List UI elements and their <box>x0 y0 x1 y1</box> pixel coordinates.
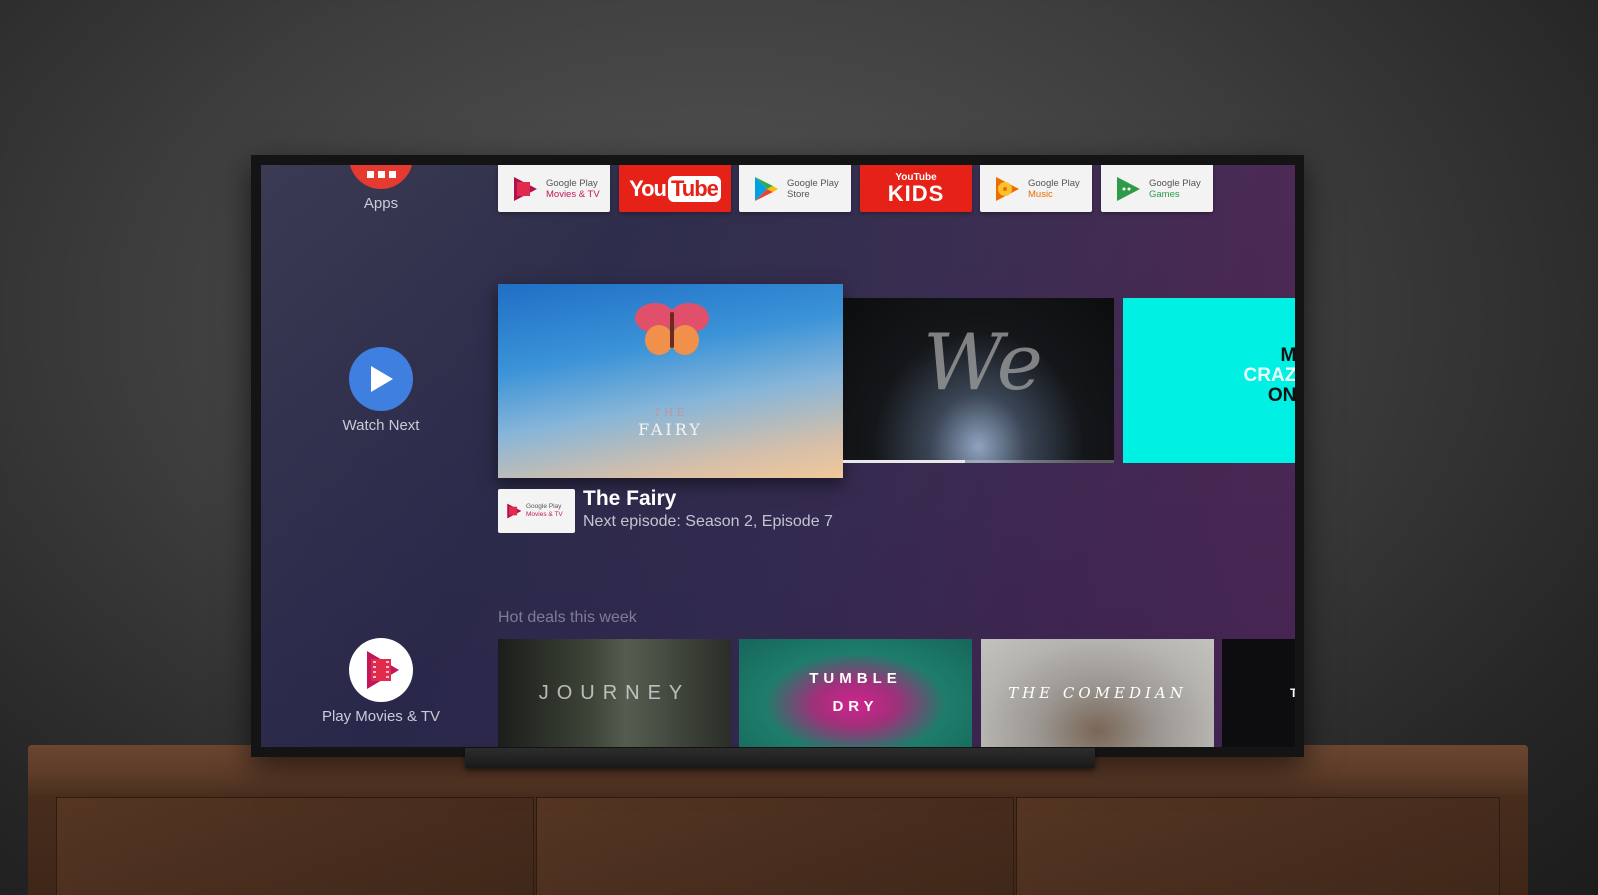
poster-subtitle: THE <box>653 406 688 419</box>
app-tile-play-store[interactable]: Google Play Store <box>739 165 851 212</box>
focused-subtitle: Next episode: Season 2, Episode 7 <box>583 513 833 530</box>
app-sub: Music <box>1028 188 1053 200</box>
focused-title: The Fairy <box>583 487 677 510</box>
play-icon <box>349 347 413 411</box>
poster-title: TUMBLE DRY <box>809 670 902 715</box>
app-tile-play-music[interactable]: Google Play Music <box>980 165 1092 212</box>
channel-watch-next-label: Watch Next <box>342 417 420 434</box>
deal-card-partial[interactable]: TH <box>1222 639 1295 747</box>
channel-apps[interactable]: Apps <box>321 165 441 212</box>
watch-next-card-my-crazy-one[interactable]: MY CRAZY ONE <box>1123 298 1295 463</box>
cabinet-door-right <box>1016 797 1500 895</box>
youtube-logo-icon: You Tube <box>629 175 721 202</box>
youtube-kids-logo-icon: YouTube KIDS <box>887 171 945 206</box>
app-name: Google Play <box>1149 177 1201 189</box>
play-movies-icon <box>514 176 537 201</box>
deal-card-journey[interactable]: JOURNEY <box>498 639 731 747</box>
watch-next-card-the-fairy[interactable]: THE FAIRY <box>498 284 843 478</box>
cabinet-door-middle <box>536 797 1014 895</box>
deal-card-tumble-dry[interactable]: TUMBLE DRY <box>739 639 972 747</box>
play-music-icon <box>996 176 1019 201</box>
app-sub: Store <box>787 188 810 200</box>
watch-progress-fill <box>843 460 965 463</box>
provider-logo: Google Play Movies & TV <box>498 489 575 533</box>
app-tile-youtube-kids[interactable]: YouTube KIDS <box>860 165 972 212</box>
app-name: Google Play <box>546 177 598 189</box>
channel-play-movies[interactable]: Play Movies & TV <box>321 638 441 725</box>
apps-grid-icon <box>349 165 413 189</box>
watch-progress-bar <box>843 460 1114 463</box>
app-tile-play-games[interactable]: Google Play Games <box>1101 165 1213 212</box>
play-movies-icon <box>507 503 522 519</box>
butterfly-image <box>635 303 709 355</box>
poster-title: JOURNEY <box>538 681 691 704</box>
tv-home-screen: Apps Watch Next Play Movies & TV Google … <box>261 165 1295 747</box>
poster-title: We <box>923 318 1043 408</box>
channel-watch-next[interactable]: Watch Next <box>321 347 441 434</box>
channel-apps-label: Apps <box>363 195 399 212</box>
play-store-icon <box>755 176 778 201</box>
play-movies-icon <box>349 638 413 702</box>
app-tile-play-movies[interactable]: Google Play Movies & TV <box>498 165 610 212</box>
app-name: Google Play <box>1028 177 1080 189</box>
hot-deals-title: Hot deals this week <box>498 609 637 626</box>
watch-next-card-we[interactable]: We <box>843 298 1114 463</box>
poster-title: FAIRY <box>638 420 703 439</box>
soundbar <box>465 748 1095 768</box>
channel-play-movies-label: Play Movies & TV <box>321 708 441 725</box>
tv: Apps Watch Next Play Movies & TV Google … <box>251 155 1304 757</box>
deal-card-the-comedian[interactable]: THE COMEDIAN <box>981 639 1214 747</box>
poster-title: MY CRAZY ONE <box>1243 345 1295 406</box>
app-name: Google Play <box>787 177 839 189</box>
cabinet-door-left <box>56 797 534 895</box>
app-tile-youtube[interactable]: You Tube <box>619 165 731 212</box>
poster-title: TH <box>1290 686 1295 700</box>
app-sub: Movies & TV <box>546 188 600 200</box>
play-games-icon <box>1117 176 1140 201</box>
app-sub: Games <box>1149 188 1180 200</box>
poster-title: THE COMEDIAN <box>1008 684 1187 702</box>
